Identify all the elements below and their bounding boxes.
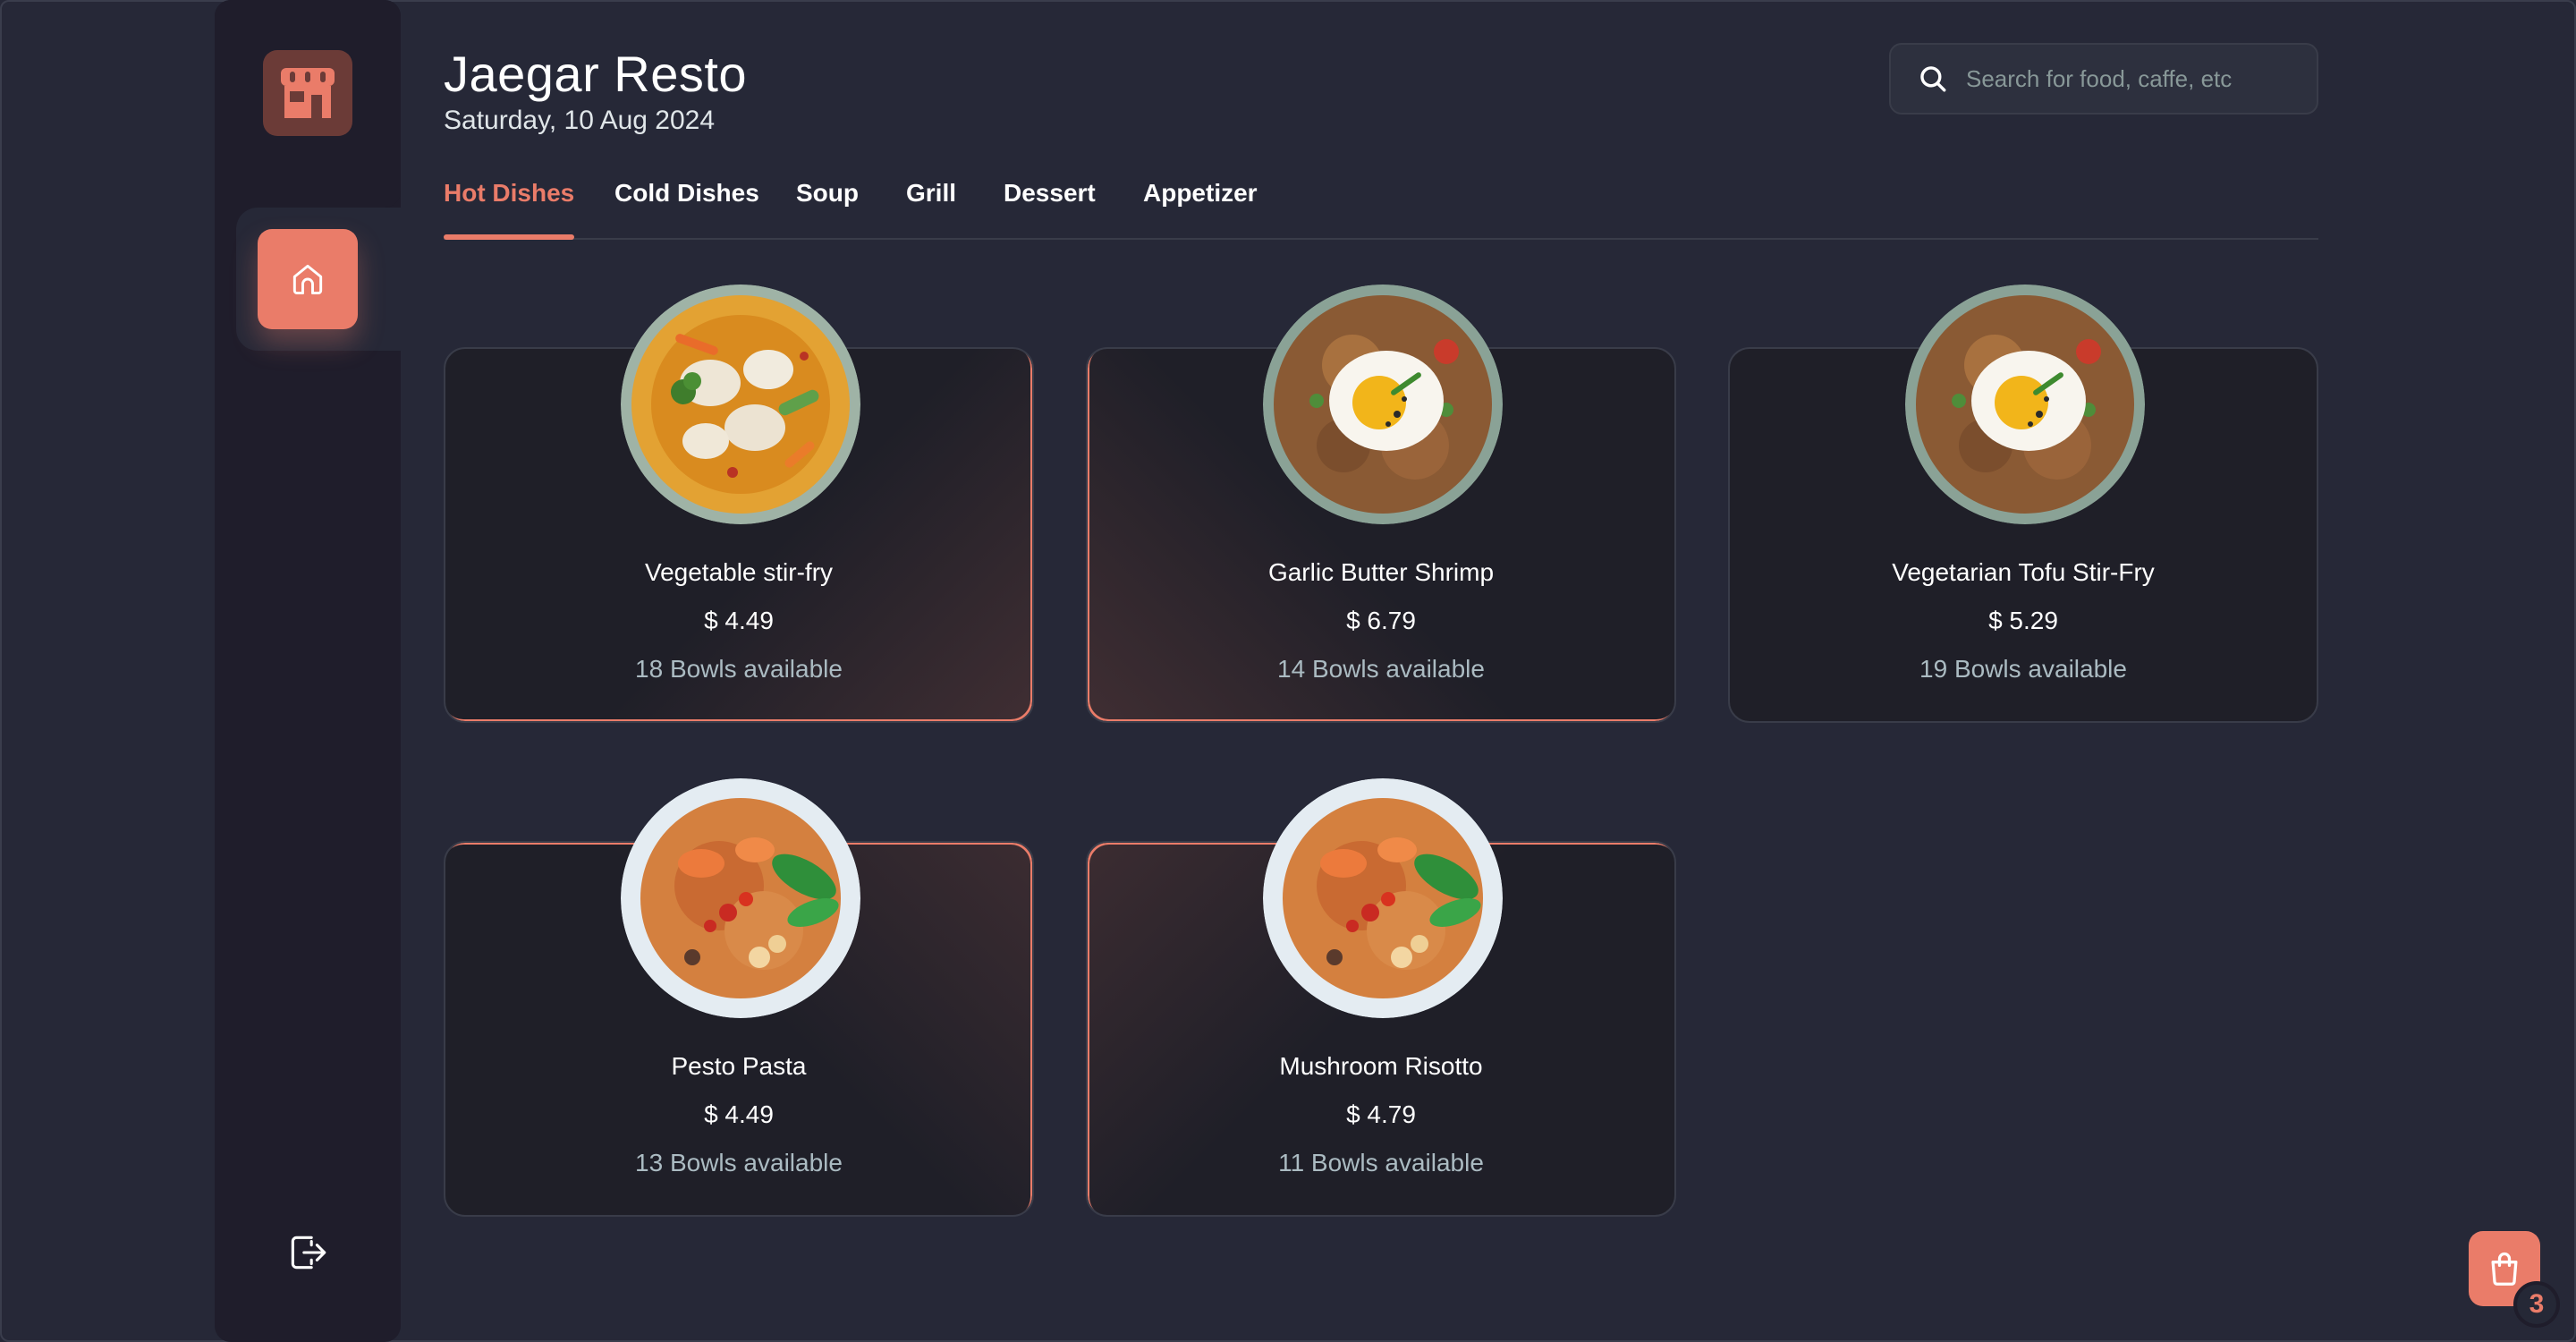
dish-price: $ 5.29 [1988, 607, 2058, 634]
dish-price: $ 6.79 [1346, 607, 1416, 634]
tab-grill[interactable]: Grill [906, 179, 956, 238]
dish-availability: 18 Bowls available [635, 655, 843, 683]
dish-name: Garlic Butter Shrimp [1267, 558, 1495, 586]
page-title: Jaegar Resto [444, 46, 748, 102]
dish-availability: 13 Bowls available [635, 1149, 843, 1176]
dish-card[interactable]: Pesto Pasta $ 4.49 13 Bowls available [444, 778, 1034, 1217]
current-date: Saturday, 10 Aug 2024 [444, 106, 716, 135]
cart-count-badge: 3 [2513, 1281, 2560, 1328]
logout-button[interactable] [272, 1217, 343, 1288]
tab-hot-dishes[interactable]: Hot Dishes [444, 179, 575, 240]
dish-availability: 19 Bowls available [1919, 655, 2127, 683]
dish-card[interactable]: Vegetable stir-fry $ 4.49 18 Bowls avail… [444, 285, 1034, 723]
dish-name: Mushroom Risotto [1279, 1052, 1483, 1080]
search-icon [1920, 66, 1946, 92]
dish-card[interactable]: Mushroom Risotto $ 4.79 11 Bowls availab… [1086, 778, 1676, 1217]
search-bar[interactable] [1889, 43, 2318, 115]
sidebar-item-home[interactable] [258, 229, 358, 329]
home-icon [292, 264, 323, 295]
tab-cold-dishes[interactable]: Cold Dishes [614, 179, 759, 238]
tab-dessert[interactable]: Dessert [1004, 179, 1096, 238]
logo[interactable] [263, 50, 352, 136]
dish-price: $ 4.49 [704, 1100, 774, 1128]
dish-image-noodle-soup [621, 778, 860, 1018]
dish-price: $ 4.49 [704, 607, 774, 634]
logout-icon [291, 1236, 326, 1270]
sidebar [215, 0, 401, 1342]
tab-soup[interactable]: Soup [796, 179, 859, 238]
dish-availability: 14 Bowls available [1277, 655, 1485, 683]
dish-image-fried-rice [1905, 285, 2145, 524]
dish-image-curry [621, 285, 860, 524]
tab-appetizer[interactable]: Appetizer [1143, 179, 1258, 238]
dish-availability: 11 Bowls available [1278, 1149, 1484, 1176]
dish-price: $ 4.79 [1346, 1100, 1416, 1128]
storefront-icon [281, 68, 335, 118]
dish-name: Pesto Pasta [671, 1052, 807, 1080]
dish-image-noodle-soup [1263, 778, 1503, 1018]
dish-name: Vegetarian Tofu Stir-Fry [1892, 558, 2155, 586]
logo-container [215, 0, 401, 208]
dish-card[interactable]: Garlic Butter Shrimp $ 6.79 14 Bowls ava… [1086, 285, 1676, 723]
dish-card[interactable]: Vegetarian Tofu Stir-Fry $ 5.29 19 Bowls… [1728, 285, 2318, 723]
shopping-bag-icon [2491, 1252, 2518, 1286]
category-tabs: Hot Dishes Cold Dishes Soup Grill Desser… [444, 179, 2318, 240]
dish-name: Vegetable stir-fry [644, 558, 834, 586]
search-input[interactable] [1966, 64, 2288, 93]
dish-image-fried-rice [1263, 285, 1503, 524]
